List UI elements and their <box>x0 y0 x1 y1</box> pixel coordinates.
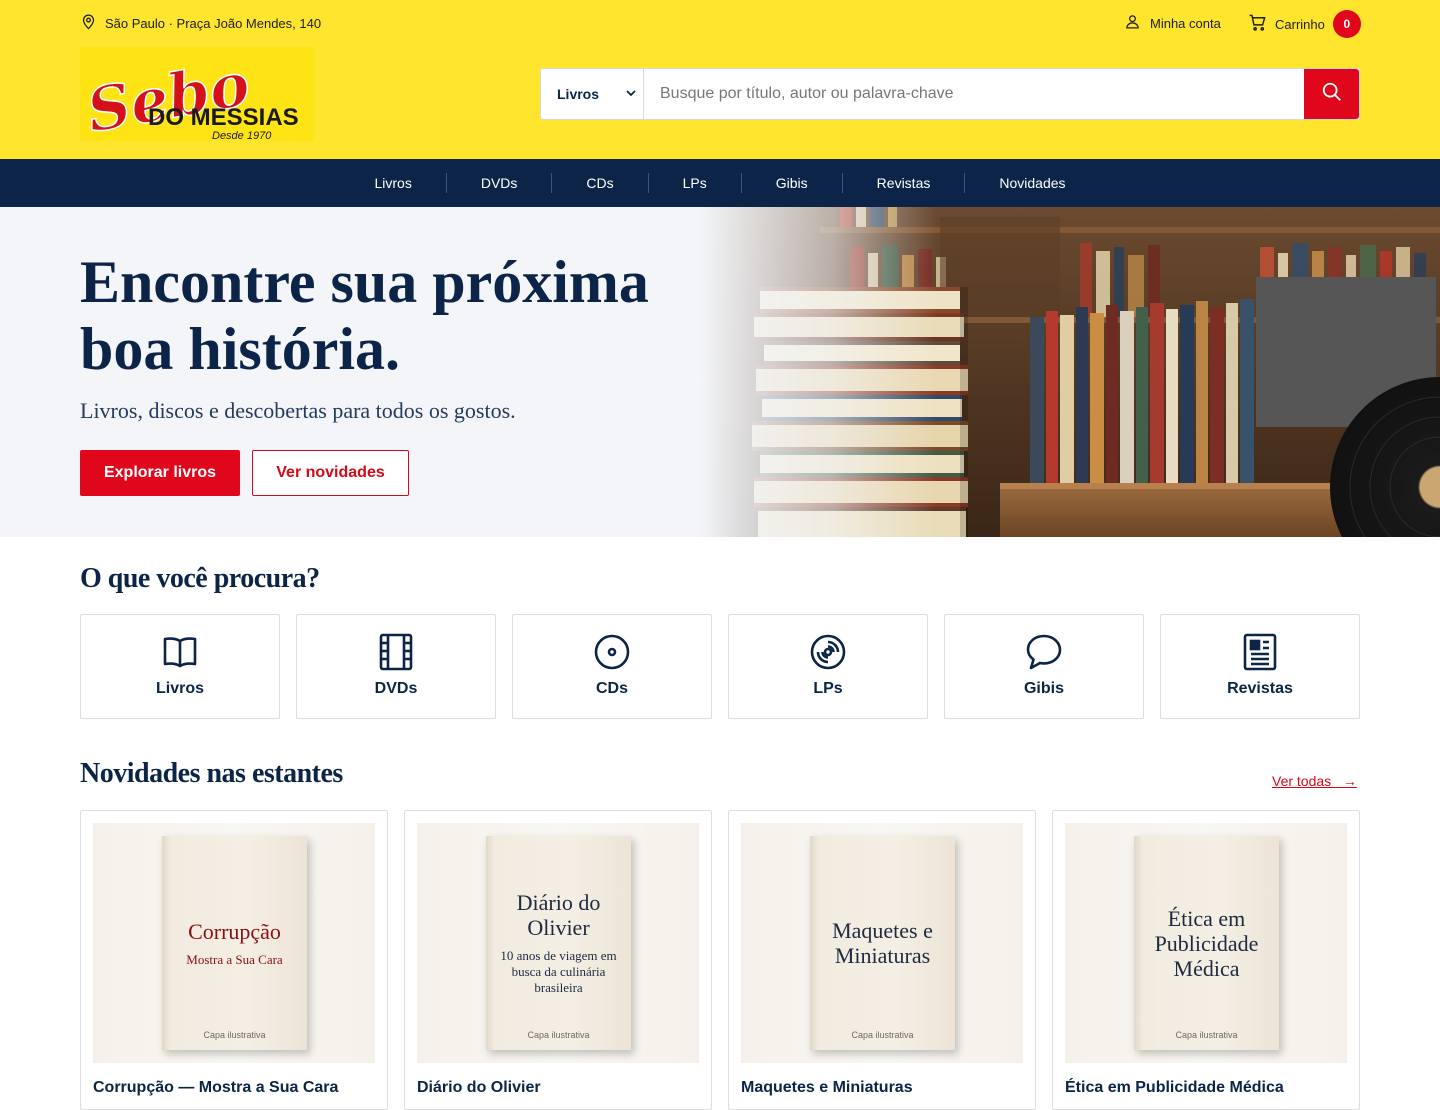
cover-title: Corrupção <box>188 918 281 944</box>
search-category-select[interactable]: Livros <box>541 69 644 119</box>
search-button[interactable] <box>1304 69 1359 119</box>
film-icon <box>379 633 413 671</box>
search-icon <box>1321 81 1343 108</box>
cover-caption: Capa ilustrativa <box>1175 1030 1238 1040</box>
top-bar: São Paulo · Praça João Mendes, 140 Minha… <box>80 10 1361 38</box>
see-all-link[interactable]: Ver todas → <box>1272 773 1357 789</box>
product-name[interactable]: Corrupção — Mostra a Sua Cara <box>93 1079 338 1097</box>
search-bar: Livros <box>540 68 1360 120</box>
chevron-down-icon <box>625 86 637 102</box>
store-location: São Paulo · Praça João Mendes, 140 <box>80 12 321 34</box>
user-icon <box>1124 13 1141 33</box>
category-card-livros[interactable]: Livros <box>80 614 280 719</box>
categories-heading: O que você procura? <box>80 563 320 594</box>
nav-item-novidades[interactable]: Novidades <box>965 173 1099 193</box>
book-cover: Corrupção Mostra a Sua Cara Capa ilustra… <box>162 836 307 1050</box>
nav-item-lps[interactable]: LPs <box>649 173 742 193</box>
category-label: DVDs <box>374 680 418 697</box>
category-card-cds[interactable]: CDs <box>512 614 712 719</box>
category-card-revistas[interactable]: Revistas <box>1160 614 1360 719</box>
book-cover: Ética em Publicidade Médica Capa ilustra… <box>1134 836 1279 1050</box>
cover-subtitle: Mostra a Sua Cara <box>186 951 283 967</box>
product-card[interactable]: Ética em Publicidade Médica Capa ilustra… <box>1052 810 1360 1110</box>
product-cover-image: Ética em Publicidade Médica Capa ilustra… <box>1065 823 1347 1063</box>
location-text: São Paulo · Praça João Mendes, 140 <box>105 15 322 31</box>
category-label: Gibis <box>1023 680 1064 697</box>
logo-since: Desde 1970 <box>212 130 272 141</box>
product-cover-image: Diário do Olivier 10 anos de viagem em b… <box>417 823 699 1063</box>
cover-title: Maquetes e Miniaturas <box>832 918 933 968</box>
book-cover: Diário do Olivier 10 anos de viagem em b… <box>486 836 631 1050</box>
location-pin-icon <box>80 13 97 33</box>
category-card-lps[interactable]: LPs <box>728 614 928 719</box>
cart-link[interactable]: Carrinho 0 <box>1248 10 1361 38</box>
cover-caption: Capa ilustrativa <box>851 1030 914 1040</box>
product-card[interactable]: Maquetes e Miniaturas Capa ilustrativa M… <box>728 810 1036 1110</box>
hero-title: Encontre sua próxima boa história. <box>80 249 649 382</box>
explore-books-button[interactable]: Explorar livros <box>80 450 240 496</box>
cover-caption: Capa ilustrativa <box>527 1030 590 1040</box>
nav-item-gibis[interactable]: Gibis <box>742 173 843 193</box>
category-label: CDs <box>595 680 628 697</box>
cover-title: Ética em Publicidade Médica <box>1154 905 1259 981</box>
product-name[interactable]: Ética em Publicidade Médica <box>1065 1079 1284 1097</box>
product-card[interactable]: Corrupção Mostra a Sua Cara Capa ilustra… <box>80 810 388 1110</box>
category-label: Revistas <box>1227 680 1293 697</box>
search-category-value: Livros <box>557 86 600 102</box>
category-grid: Livros DVDs CDs LPs Gibis Revistas <box>80 614 1360 719</box>
category-card-dvds[interactable]: DVDs <box>296 614 496 719</box>
category-label: LPs <box>813 680 843 697</box>
cover-title: Diário do Olivier <box>516 890 601 940</box>
nav-item-cds[interactable]: CDs <box>552 173 649 193</box>
product-cover-image: Corrupção Mostra a Sua Cara Capa ilustra… <box>93 823 375 1063</box>
site-logo[interactable]: Sebo DO MESSIAS Desde 1970 <box>80 47 314 141</box>
category-card-gibis[interactable]: Gibis <box>944 614 1144 719</box>
book-icon <box>163 637 197 668</box>
product-name[interactable]: Maquetes e Miniaturas <box>741 1079 913 1097</box>
cover-subtitle: 10 anos de viagem em busca da culinária … <box>500 948 617 995</box>
nav-item-livros[interactable]: Livros <box>340 173 447 193</box>
hero-subtitle: Livros, discos e descobertas para todos … <box>80 398 516 423</box>
nav-item-dvds[interactable]: DVDs <box>447 173 553 193</box>
product-card[interactable]: Diário do Olivier 10 anos de viagem em b… <box>404 810 712 1110</box>
main-nav: Livros DVDs CDs LPs Gibis Revistas Novid… <box>0 159 1440 207</box>
cart-count-badge: 0 <box>1332 10 1361 38</box>
see-new-arrivals-button[interactable]: Ver novidades <box>252 450 409 496</box>
vinyl-icon <box>810 634 846 670</box>
hero-image-books-and-records <box>700 207 1440 537</box>
site-header: São Paulo · Praça João Mendes, 140 Minha… <box>0 0 1440 159</box>
product-name[interactable]: Diário do Olivier <box>417 1079 541 1097</box>
cover-caption: Capa ilustrativa <box>203 1030 266 1040</box>
cd-icon <box>594 634 630 670</box>
hero-banner: Encontre sua próxima boa história. Livro… <box>0 207 1440 537</box>
logo-wordmark-messias: DO MESSIAS <box>148 104 299 131</box>
search-input[interactable] <box>644 69 1304 119</box>
my-account-label: Minha conta <box>1150 15 1221 31</box>
cart-icon <box>1248 13 1267 35</box>
my-account-link[interactable]: Minha conta <box>1124 12 1221 34</box>
book-cover: Maquetes e Miniaturas Capa ilustrativa <box>810 836 955 1050</box>
product-list: Corrupção Mostra a Sua Cara Capa ilustra… <box>80 810 1360 1110</box>
cart-label: Carrinho <box>1275 16 1325 32</box>
speech-bubble-icon <box>1026 634 1062 670</box>
new-arrivals-heading: Novidades nas estantes <box>80 758 343 789</box>
newspaper-icon <box>1243 633 1277 671</box>
product-cover-image: Maquetes e Miniaturas Capa ilustrativa <box>741 823 1023 1063</box>
nav-item-revistas[interactable]: Revistas <box>843 173 966 193</box>
category-label: Livros <box>155 680 204 697</box>
